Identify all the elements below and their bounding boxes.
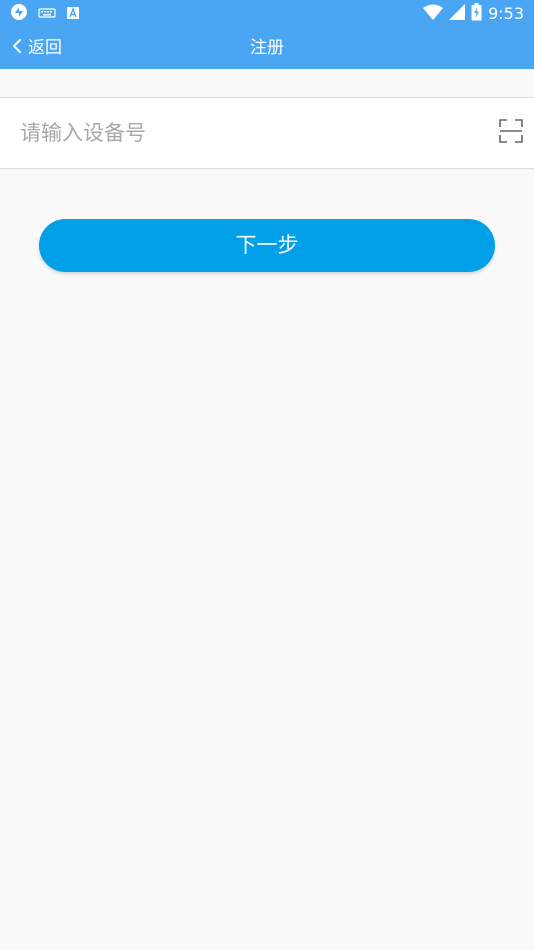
- back-button[interactable]: 返回: [12, 36, 62, 60]
- signal-icon: [449, 4, 466, 24]
- battery-charging-icon: [471, 3, 482, 25]
- app-a-icon: [66, 5, 80, 24]
- back-label: 返回: [28, 38, 62, 58]
- device-number-input[interactable]: [20, 112, 460, 154]
- status-left-icons: [10, 4, 80, 24]
- chevron-left-icon: [12, 38, 22, 58]
- nav-bar: 注册 返回: [0, 28, 534, 69]
- status-right-icons: 9:53: [423, 3, 524, 25]
- device-input-row: [0, 97, 534, 169]
- page-title: 注册: [250, 38, 284, 58]
- wifi-icon: [423, 4, 444, 24]
- status-bar: 9:53: [0, 0, 534, 28]
- sync-icon: [10, 3, 28, 25]
- next-step-button[interactable]: 下一步: [39, 219, 495, 272]
- status-time: 9:53: [488, 4, 524, 23]
- scan-icon: [499, 119, 523, 147]
- keyboard-icon: [38, 5, 56, 24]
- scan-button[interactable]: [496, 118, 526, 148]
